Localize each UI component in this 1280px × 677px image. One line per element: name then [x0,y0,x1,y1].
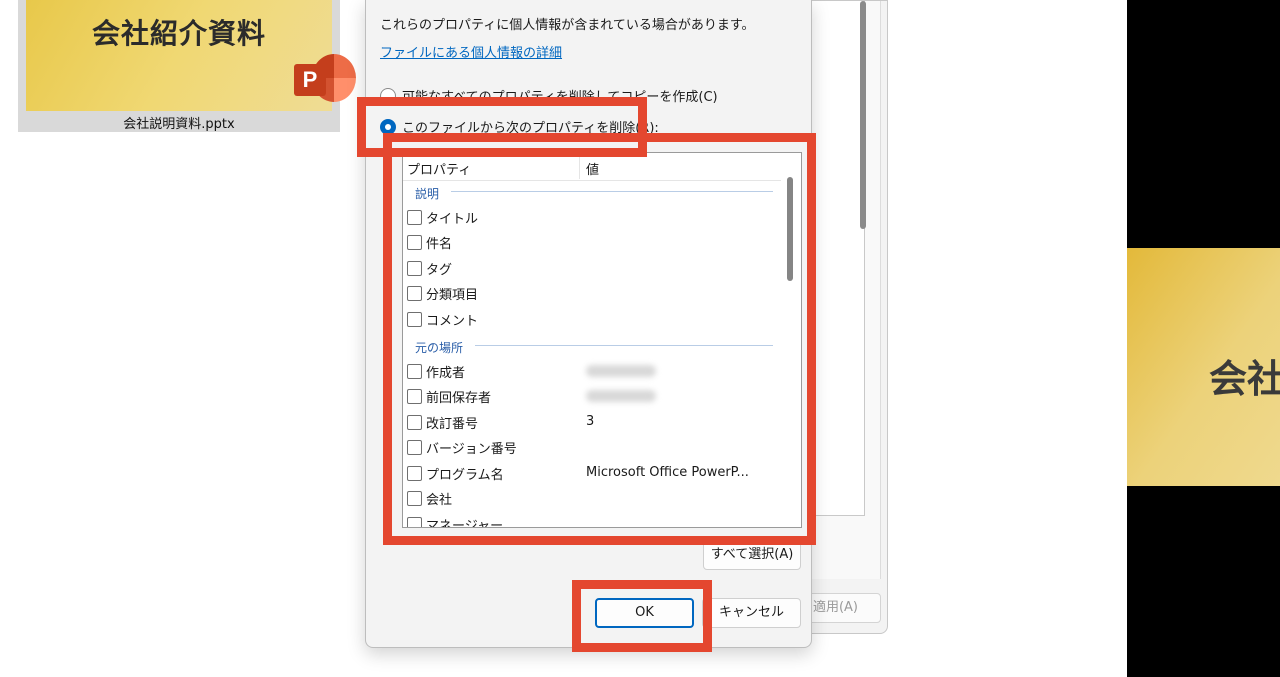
slide-title-fragment: 会社 [1209,357,1280,401]
slide-title: 会社紹介資料 [91,17,266,50]
scrollbar-thumb[interactable] [860,1,866,229]
powerpoint-icon: P [294,52,356,110]
cancel-button[interactable]: キャンセル [702,598,801,628]
file-thumbnail-card[interactable]: 会社紹介資料 P 会社説明資料.pptx [18,0,356,132]
slide-preview-large: 会社 [1127,248,1280,486]
dialog-description: これらのプロパティに個人情報が含まれている場合があります。 [380,18,755,33]
highlight-box-property-list [383,133,816,545]
highlight-box-ok-button [572,580,712,652]
file-name: 会社説明資料.pptx [123,117,235,132]
slide-preview: 会社紹介資料 P [26,0,356,111]
personal-info-details-link[interactable]: ファイルにある個人情報の詳細 [380,42,562,61]
